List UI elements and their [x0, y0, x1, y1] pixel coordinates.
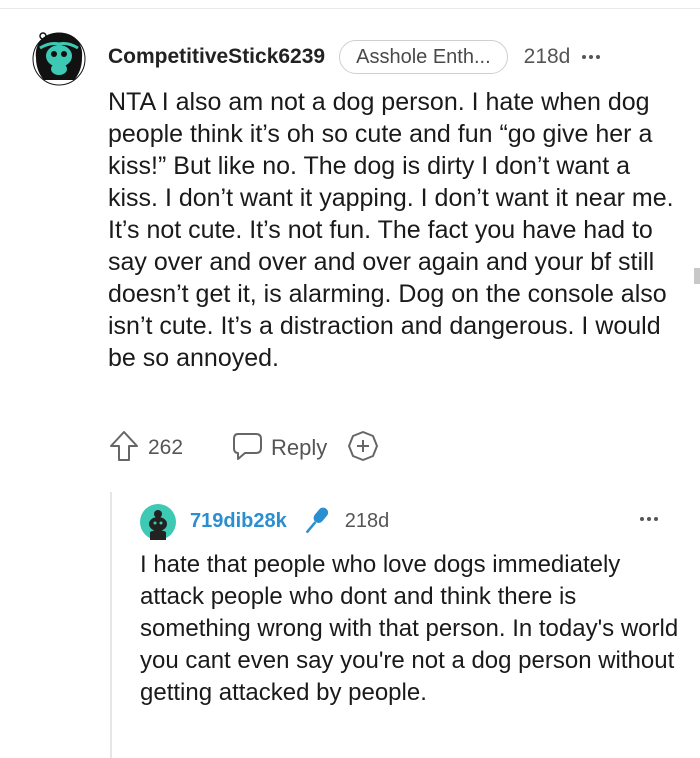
reply-username[interactable]: 719dib28k: [190, 510, 287, 533]
comment-header: CompetitiveStick6239 Asshole Enth... 218…: [108, 38, 601, 76]
reply-button[interactable]: Reply: [231, 431, 327, 466]
top-divider: [0, 8, 700, 9]
reply-user-avatar[interactable]: [140, 504, 176, 540]
upvote-count: 262: [148, 436, 184, 459]
scrollbar-thumb[interactable]: [694, 268, 700, 284]
user-flair-badge[interactable]: Asshole Enth...: [339, 40, 508, 74]
reply-label: Reply: [271, 435, 328, 460]
upvote-button[interactable]: 262: [108, 429, 183, 468]
thread-line[interactable]: [110, 492, 112, 758]
comment-timestamp: 218d: [523, 45, 571, 68]
reply-header: 719dib28k 218d: [190, 502, 389, 540]
microphone-icon: [299, 504, 333, 538]
award-plus-icon[interactable]: [347, 430, 379, 467]
upvote-arrow-icon[interactable]: [108, 429, 140, 468]
user-avatar[interactable]: [30, 28, 88, 86]
award-button[interactable]: [347, 430, 379, 467]
comment-actions: 262 Reply: [108, 428, 379, 468]
reply-body: I hate that people who love dogs immedia…: [140, 551, 679, 706]
reply-more-options-icon[interactable]: [640, 517, 658, 521]
more-options-icon[interactable]: [582, 55, 601, 59]
comment-username[interactable]: CompetitiveStick6239: [108, 45, 325, 69]
comment-body: NTA I also am not a dog person. I hate w…: [108, 88, 674, 372]
reply-timestamp: 218d: [344, 509, 390, 532]
reply-bubble-icon: [231, 431, 263, 466]
